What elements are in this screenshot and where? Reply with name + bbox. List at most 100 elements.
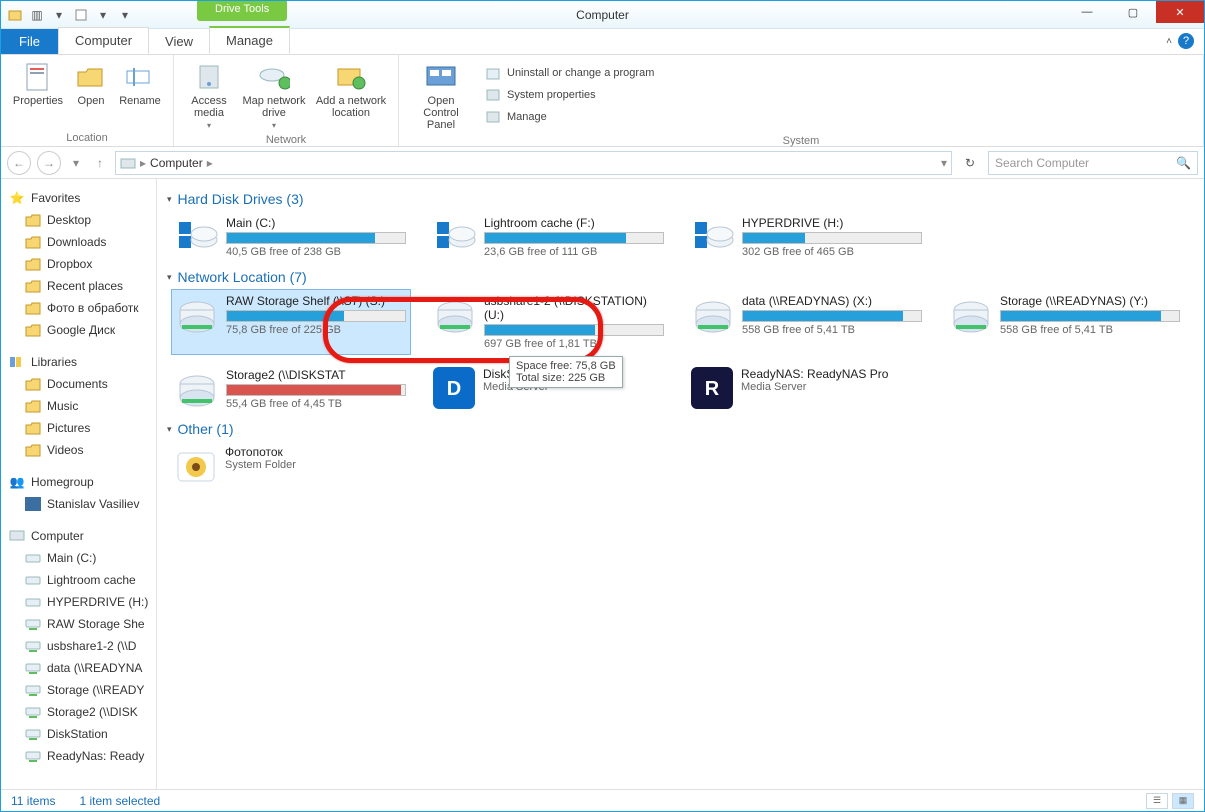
contextual-tab-badge: Drive Tools <box>197 1 287 21</box>
sidebar-item[interactable]: RAW Storage She <box>7 613 154 635</box>
address-bar[interactable]: ▸ Computer ▸ ▾ <box>115 151 952 175</box>
sidebar-item[interactable]: Lightroom cache <box>7 569 154 591</box>
uninstall-program-button[interactable]: Uninstall or change a program <box>481 63 658 83</box>
sidebar-item[interactable]: usbshare1-2 (\\D <box>7 635 154 657</box>
open-control-panel-button[interactable]: Open Control Panel <box>407 59 475 133</box>
sidebar-head-homegroup[interactable]: 👥Homegroup <box>7 471 154 493</box>
section-hard-disk-drives[interactable]: ▾Hard Disk Drives (3) <box>161 185 1194 211</box>
drive-item[interactable]: Lightroom cache (F:)23,6 GB free of 111 … <box>429 211 669 263</box>
refresh-button[interactable]: ↻ <box>958 151 982 175</box>
qat-more-icon[interactable]: ▾ <box>117 7 133 23</box>
address-dropdown-icon[interactable]: ▾ <box>941 156 947 170</box>
sidebar-item[interactable]: Downloads <box>7 231 154 253</box>
drive-item[interactable]: usbshare1-2 (\\DISKSTATION) (U:)697 GB f… <box>429 289 669 355</box>
back-button[interactable]: ← <box>7 151 31 175</box>
open-button[interactable]: Open <box>69 59 113 130</box>
item-icon <box>25 278 41 294</box>
item-icon <box>25 616 41 632</box>
up-button[interactable]: ↑ <box>91 156 109 170</box>
sidebar-item[interactable]: Pictures <box>7 417 154 439</box>
ribbon-group-system: Open Control Panel Uninstall or change a… <box>399 55 1204 146</box>
sidebar-item[interactable]: Storage2 (\\DISK <box>7 701 154 723</box>
ribbon-group-network: Access media▾ Map network drive▾ Add a n… <box>174 55 399 146</box>
breadcrumb-computer[interactable]: Computer <box>150 156 203 170</box>
homegroup-icon: 👥 <box>9 474 25 490</box>
item-icon <box>25 300 41 316</box>
qat-undo-icon[interactable]: ▾ <box>51 7 67 23</box>
sidebar-item[interactable]: ReadyNas: Ready <box>7 745 154 767</box>
computer-icon <box>9 528 25 544</box>
add-network-location-button[interactable]: Add a network location <box>312 59 390 132</box>
sidebar-item[interactable]: Videos <box>7 439 154 461</box>
drive-item[interactable]: Storage (\\READYNAS) (Y:)558 GB free of … <box>945 289 1185 355</box>
drive-item[interactable]: RAW Storage Shelf (\\S7) (S:)75,8 GB fre… <box>171 289 411 355</box>
collapse-icon[interactable]: ▾ <box>167 424 172 435</box>
sidebar-item[interactable]: Music <box>7 395 154 417</box>
system-properties-button[interactable]: System properties <box>481 85 658 105</box>
content-pane[interactable]: ▾Hard Disk Drives (3) Main (C:)40,5 GB f… <box>157 179 1204 789</box>
sidebar-item[interactable]: Desktop <box>7 209 154 231</box>
access-media-button[interactable]: Access media▾ <box>182 59 236 132</box>
search-icon: 🔍 <box>1176 156 1191 170</box>
other-item[interactable]: ФотопотокSystem Folder <box>171 441 411 491</box>
item-icon <box>25 638 41 654</box>
drive-icon <box>176 368 218 410</box>
tab-view[interactable]: View <box>149 29 209 54</box>
media-server-item[interactable]: RReadyNAS: ReadyNAS ProMedia Server <box>687 363 927 415</box>
drive-item[interactable]: data (\\READYNAS) (X:)558 GB free of 5,4… <box>687 289 927 355</box>
ribbon: Properties Open Rename Location Access m… <box>1 55 1204 147</box>
tab-manage[interactable]: Manage <box>209 26 290 54</box>
capacity-bar <box>742 232 922 244</box>
qat-new-icon[interactable]: ▾ <box>95 7 111 23</box>
sidebar-item[interactable]: Main (C:) <box>7 547 154 569</box>
sidebar-item[interactable]: Storage (\\READY <box>7 679 154 701</box>
manage-button[interactable]: Manage <box>481 107 658 127</box>
maximize-button[interactable]: ▢ <box>1110 1 1156 23</box>
drive-status: 40,5 GB free of 238 GB <box>226 246 406 258</box>
sidebar-head-favorites[interactable]: ⭐Favorites <box>7 187 154 209</box>
media-label: ReadyNAS: ReadyNAS Pro <box>741 367 888 381</box>
tab-file[interactable]: File <box>1 29 58 54</box>
ribbon-group-location: Properties Open Rename Location <box>1 55 174 146</box>
tab-computer[interactable]: Computer <box>58 27 149 54</box>
sidebar-head-computer[interactable]: Computer <box>7 525 154 547</box>
minimize-button[interactable]: — <box>1064 1 1110 23</box>
sidebar-item[interactable]: HYPERDRIVE (H:) <box>7 591 154 613</box>
close-button[interactable]: ✕ <box>1156 1 1204 23</box>
sidebar-item[interactable]: Google Диск <box>7 319 154 341</box>
rename-button[interactable]: Rename <box>115 59 165 130</box>
system-icon[interactable] <box>7 7 23 23</box>
history-dropdown-icon[interactable]: ▾ <box>67 156 85 170</box>
sidebar-item[interactable]: Stanislav Vasiliev <box>7 493 154 515</box>
drive-item[interactable]: HYPERDRIVE (H:)302 GB free of 465 GB <box>687 211 927 263</box>
drive-item[interactable]: Storage2 (\\DISKSTAT55,4 GB free of 4,45… <box>171 363 411 415</box>
drive-tooltip: Space free: 75,8 GB Total size: 225 GB <box>509 356 623 388</box>
section-other[interactable]: ▾Other (1) <box>161 415 1194 441</box>
collapse-icon[interactable]: ▾ <box>167 194 172 205</box>
search-input[interactable]: Search Computer 🔍 <box>988 151 1198 175</box>
sidebar-item[interactable]: Dropbox <box>7 253 154 275</box>
sidebar-item[interactable]: Фото в обработк <box>7 297 154 319</box>
item-icon <box>25 376 41 392</box>
item-icon <box>25 660 41 676</box>
sidebar-head-libraries[interactable]: Libraries <box>7 351 154 373</box>
sidebar-item[interactable]: Recent places <box>7 275 154 297</box>
qat-save-icon[interactable]: ▥ <box>29 7 45 23</box>
collapse-icon[interactable]: ▾ <box>167 272 172 283</box>
navigation-pane[interactable]: ⭐Favorites DesktopDownloadsDropboxRecent… <box>1 179 157 789</box>
sidebar-item[interactable]: data (\\READYNA <box>7 657 154 679</box>
view-tiles-button[interactable]: ▦ <box>1172 793 1194 809</box>
drive-item[interactable]: Main (C:)40,5 GB free of 238 GB <box>171 211 411 263</box>
map-network-drive-button[interactable]: Map network drive▾ <box>238 59 310 132</box>
help-icon[interactable]: ? <box>1178 33 1194 49</box>
forward-button[interactable]: → <box>37 151 61 175</box>
ribbon-collapse-icon[interactable]: ˄ <box>1166 36 1172 47</box>
sidebar-item[interactable]: Documents <box>7 373 154 395</box>
view-details-button[interactable]: ☰ <box>1146 793 1168 809</box>
sidebar-item[interactable]: DiskStation <box>7 723 154 745</box>
properties-button[interactable]: Properties <box>9 59 67 130</box>
item-icon <box>25 594 41 610</box>
status-bar: 11 items 1 item selected ☰ ▦ <box>1 789 1204 811</box>
section-network-location[interactable]: ▾Network Location (7) <box>161 263 1194 289</box>
qat-properties-icon[interactable] <box>73 7 89 23</box>
